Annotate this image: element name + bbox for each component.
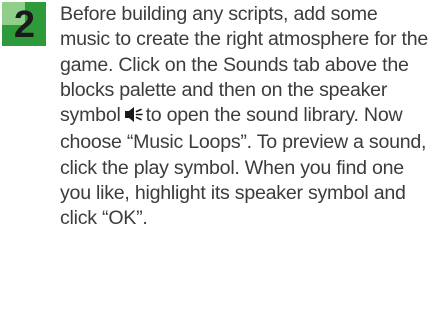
step-number: 2: [13, 4, 35, 46]
step-instructions: Before building any scripts, add some mu…: [60, 2, 432, 232]
step-number-badge: 2: [2, 2, 46, 46]
speaker-icon: [124, 105, 144, 130]
